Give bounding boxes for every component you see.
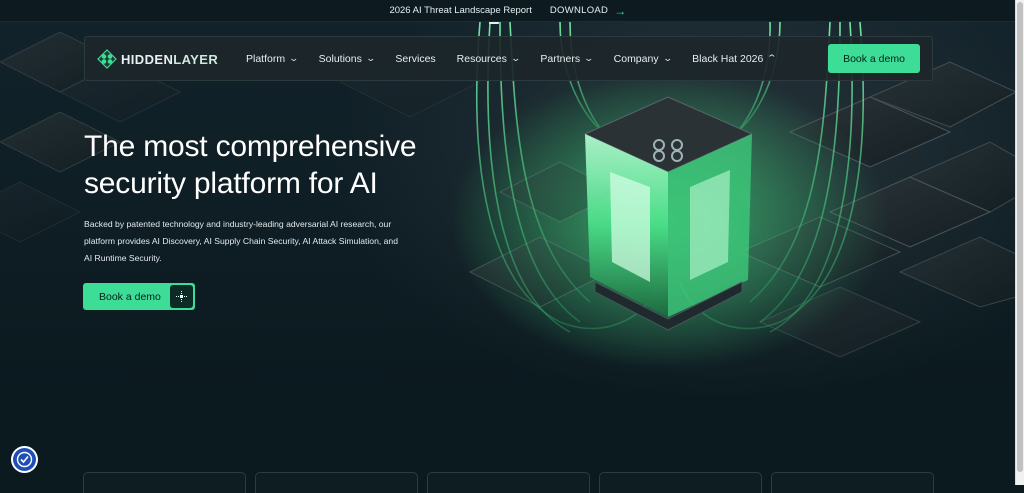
download-link[interactable]: DOWNLOAD → bbox=[550, 5, 627, 17]
feature-card[interactable] bbox=[599, 472, 762, 493]
chevron-down-icon: ⌄ bbox=[365, 53, 376, 63]
hero-cta-label: Book a demo bbox=[99, 290, 161, 303]
nav-item-solutions[interactable]: Solutions ⌄ bbox=[319, 53, 376, 65]
chevron-down-icon: ⌄ bbox=[288, 53, 300, 63]
hero-description: Backed by patented technology and indust… bbox=[84, 219, 398, 263]
nav-item-partners[interactable]: Partners ⌄ bbox=[540, 53, 595, 65]
nav-item-resources[interactable]: Resources ⌄ bbox=[457, 53, 521, 65]
chevron-down-icon: ⌄ bbox=[510, 53, 521, 63]
chevron-up-icon: ⌃ bbox=[766, 53, 778, 63]
nav-item-company[interactable]: Company ⌄ bbox=[614, 53, 673, 65]
feature-card[interactable] bbox=[83, 472, 246, 493]
brand-name: HIDDENLAYER bbox=[121, 51, 219, 67]
hero-title: The most comprehensive security platform … bbox=[84, 130, 417, 200]
brand-logo[interactable]: HIDDENLAYER bbox=[97, 49, 218, 69]
page-scrollbar[interactable] bbox=[1015, 0, 1024, 485]
arrow-right-icon: → bbox=[614, 3, 627, 18]
feature-cards bbox=[83, 472, 934, 493]
download-label: DOWNLOAD bbox=[549, 5, 609, 16]
primary-nav: Platform ⌄ Solutions ⌄ Services Resource… bbox=[246, 37, 797, 80]
announcement-text: 2026 AI Threat Landscape Report bbox=[389, 5, 532, 16]
chevron-down-icon: ⌄ bbox=[583, 53, 595, 63]
chevron-down-icon: ⌄ bbox=[662, 53, 673, 63]
feature-card[interactable] bbox=[427, 472, 590, 493]
main-navbar: HIDDENLAYER Platform ⌄ Solutions ⌄ Servi… bbox=[84, 36, 933, 81]
move-icon bbox=[170, 285, 193, 308]
hiddenlayer-logo-icon bbox=[97, 49, 117, 69]
accessibility-button[interactable] bbox=[11, 446, 38, 473]
nav-item-black-hat[interactable]: Black Hat 2026 ⌃ bbox=[692, 53, 778, 65]
nav-item-platform[interactable]: Platform ⌄ bbox=[246, 53, 300, 65]
announcement-bar: 2026 AI Threat Landscape Report DOWNLOAD… bbox=[0, 0, 1016, 22]
feature-card[interactable] bbox=[255, 472, 418, 493]
nav-item-services[interactable]: Services bbox=[395, 53, 435, 65]
scrollbar-thumb[interactable] bbox=[1017, 2, 1023, 472]
feature-card[interactable] bbox=[771, 472, 934, 493]
accessibility-icon bbox=[16, 451, 33, 468]
book-demo-nav-button[interactable]: Book a demo bbox=[828, 44, 920, 73]
book-demo-hero-button[interactable]: Book a demo bbox=[83, 283, 195, 310]
